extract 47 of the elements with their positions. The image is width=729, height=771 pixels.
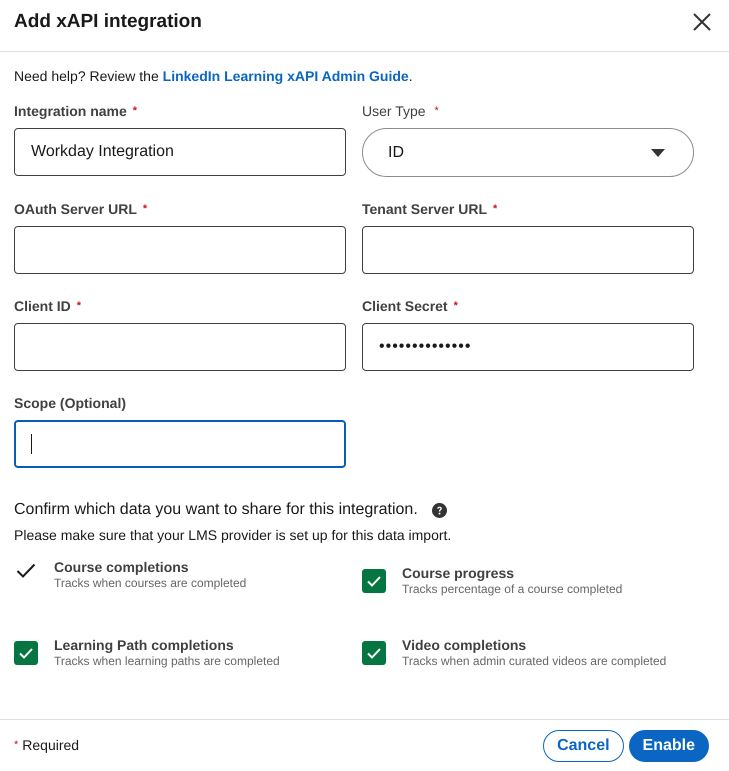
required-mark: * (454, 299, 458, 313)
checkbox[interactable] (362, 641, 386, 665)
option-title: Course progress (402, 565, 516, 582)
field-label: User Type (362, 102, 426, 120)
option-description: Tracks when learning paths are completed (54, 654, 280, 669)
option-title: Learning Path completions (54, 637, 235, 654)
required-mark: * (76, 299, 82, 313)
input-field[interactable] (362, 226, 694, 274)
option-description: Tracks when admin curated videos are completed (402, 654, 666, 669)
checkbox[interactable] (14, 641, 38, 665)
option-title: Course completions (54, 559, 190, 576)
check-icon (367, 648, 381, 658)
input-field[interactable]: Workday Integration (14, 128, 346, 176)
enable-button[interactable]: Enable (628, 730, 709, 762)
field-label: OAuth Server URL (14, 200, 137, 218)
required-mark: * (493, 202, 498, 216)
option-title: Video completions (402, 637, 528, 654)
required-mark: * (132, 104, 138, 118)
cancel-button[interactable]: Cancel (543, 730, 624, 762)
select-dropdown[interactable]: ID (362, 128, 694, 177)
input-field[interactable] (14, 323, 346, 371)
field-label: Integration name (14, 102, 127, 120)
caret-icon (651, 148, 665, 156)
check-icon (367, 576, 381, 586)
option-description: Tracks when courses are completed (54, 576, 246, 591)
password-field[interactable]: •••••••••••••• (362, 323, 694, 371)
input-field[interactable] (14, 420, 346, 468)
text-cursor (31, 434, 32, 454)
option-description: Tracks percentage of a course completed (402, 582, 622, 597)
required-mark: * (142, 202, 148, 216)
input-field[interactable] (14, 226, 346, 274)
checkbox[interactable] (362, 569, 386, 593)
field-label: Client ID (14, 297, 71, 315)
close-icon[interactable] (693, 12, 711, 30)
required-note: Required (22, 736, 80, 755)
check-icon (19, 648, 33, 658)
section-note: Please make sure that your LMS provider is set up for this data import. (14, 526, 452, 544)
field-label: Tenant Server URL (362, 200, 487, 218)
field-label: Scope (Optional) (14, 394, 126, 412)
admin-guide-link[interactable]: LinkedIn Learning xAPI Admin Guide (162, 68, 409, 84)
help-icon[interactable] (432, 502, 447, 518)
help-text: Need help? Review the LinkedIn Learning xAPI Admin Guide. (14, 67, 414, 85)
dialog-title: Add xAPI integration (14, 10, 202, 34)
field-label: Client Secret (362, 297, 448, 315)
required-mark: * (14, 738, 18, 754)
required-mark: * (434, 104, 439, 118)
section-heading: Confirm which data you want to share for this integration. (14, 500, 418, 520)
